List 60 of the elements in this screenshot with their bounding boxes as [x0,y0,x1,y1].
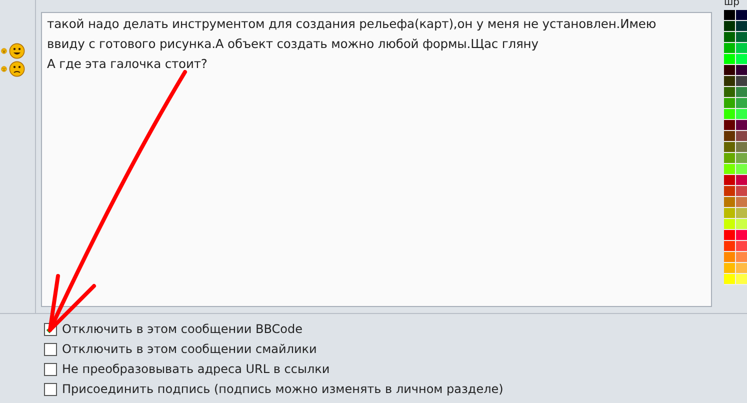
color-swatch[interactable] [724,186,736,197]
color-swatch[interactable] [736,186,747,197]
color-swatch[interactable] [736,142,747,153]
color-swatch[interactable] [736,10,747,21]
color-swatch[interactable] [736,21,747,32]
color-swatch[interactable] [724,252,736,263]
color-swatch[interactable] [724,120,736,131]
color-swatch[interactable] [724,230,736,241]
color-swatch[interactable] [736,54,747,65]
color-swatch[interactable] [724,274,736,285]
color-swatch[interactable] [724,241,736,252]
color-swatch[interactable] [736,175,747,186]
color-swatch[interactable] [724,131,736,142]
color-swatch[interactable] [724,54,736,65]
color-swatch[interactable] [724,142,736,153]
color-swatch[interactable] [736,219,747,230]
color-swatch[interactable] [736,230,747,241]
color-swatch[interactable] [736,241,747,252]
color-swatch[interactable] [736,197,747,208]
checkbox[interactable] [44,342,57,356]
color-swatch[interactable] [736,43,747,54]
color-swatch[interactable] [736,76,747,87]
color-swatch[interactable] [724,109,736,120]
color-swatch[interactable] [724,98,736,109]
color-swatch[interactable] [736,87,747,98]
frowning-smiley-icon[interactable] [9,61,25,77]
color-swatch[interactable] [724,43,736,54]
color-swatch[interactable] [724,76,736,87]
color-swatch[interactable] [736,109,747,120]
color-swatch[interactable] [724,164,736,175]
color-swatch[interactable] [724,10,736,21]
message-textarea[interactable]: такой надо делать инструментом для создания рельефа(карт),он у меня не установлен.Имею ввиду с готового рисунка.А объект создать можно любой формы.Щас гляну А где эта галочка стоит? [41,12,712,307]
color-swatch[interactable] [736,131,747,142]
color-swatch[interactable] [724,219,736,230]
color-swatch[interactable] [724,175,736,186]
option-label[interactable]: Присоединить подпись (подпись можно изменять в личном разделе) [62,380,504,398]
color-swatch[interactable] [736,153,747,164]
color-swatch[interactable] [736,65,747,76]
color-swatch[interactable] [736,98,747,109]
color-swatch[interactable] [724,197,736,208]
color-swatch[interactable] [724,32,736,43]
color-swatch[interactable] [736,32,747,43]
color-swatch[interactable] [736,252,747,263]
option-label[interactable]: Отключить в этом сообщении смайлики [62,340,317,358]
color-swatch[interactable] [736,120,747,131]
grinning-smiley-icon[interactable] [9,43,25,59]
checkbox[interactable] [44,382,57,396]
color-swatch[interactable] [736,208,747,219]
checkbox[interactable] [44,362,57,376]
color-swatch[interactable] [724,153,736,164]
color-swatch[interactable] [724,87,736,98]
color-swatch[interactable] [724,65,736,76]
color-swatch[interactable] [724,263,736,274]
color-swatch[interactable] [736,263,747,274]
color-swatch[interactable] [736,274,747,285]
option-label[interactable]: Отключить в этом сообщении BBCode [62,320,302,338]
option-label[interactable]: Не преобразовывать адреса URL в ссылки [62,360,330,378]
color-swatch[interactable] [736,164,747,175]
color-swatch[interactable] [724,208,736,219]
color-swatch[interactable] [724,21,736,32]
